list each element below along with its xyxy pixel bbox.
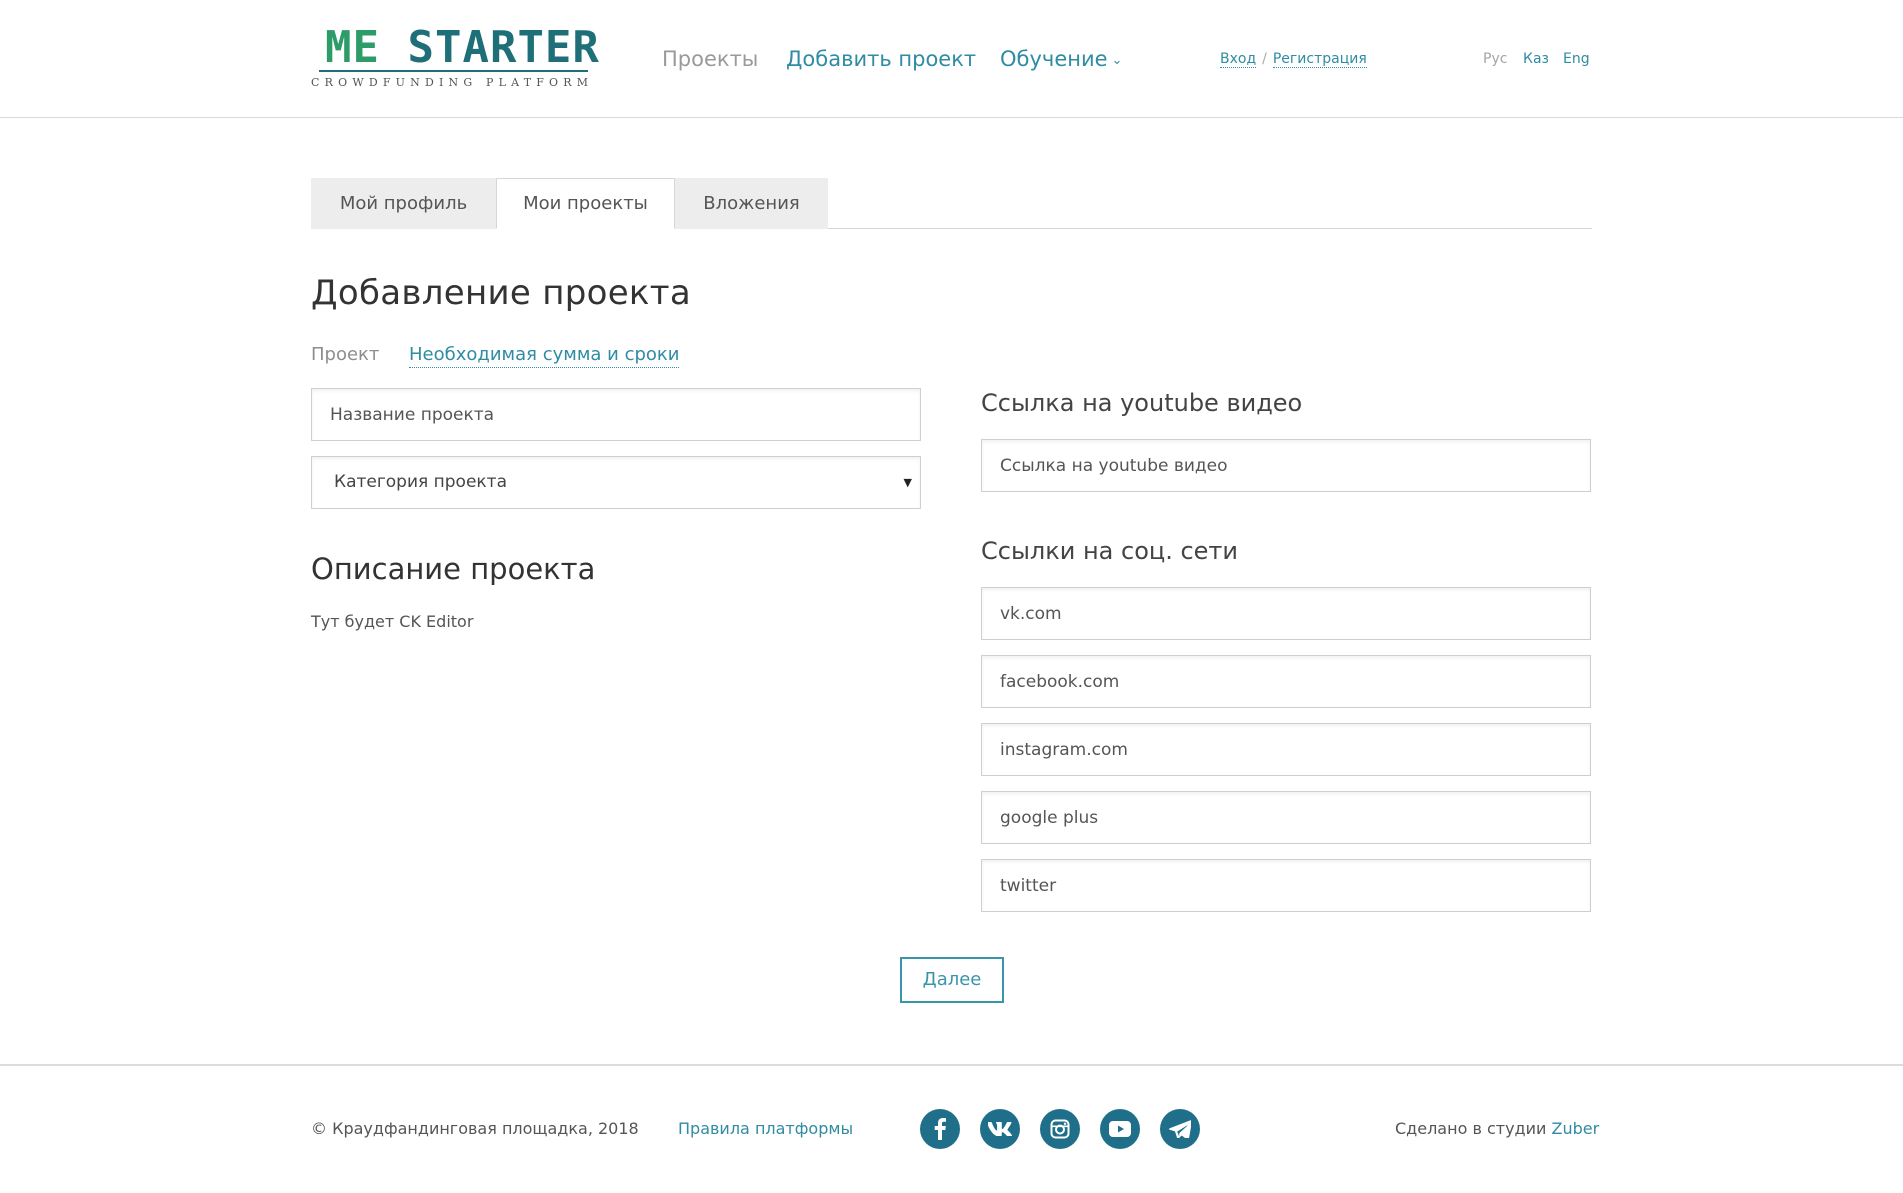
youtube-icon[interactable] <box>1100 1109 1140 1149</box>
nav-learning-dropdown[interactable]: Обучение ⌄ <box>1000 46 1122 74</box>
telegram-icon[interactable] <box>1160 1109 1200 1149</box>
logo[interactable]: ME STARTER CROWDFUNDING PLATFORM <box>311 24 599 90</box>
step-amount-and-terms[interactable]: Необходимая сумма и сроки <box>409 343 680 368</box>
register-link[interactable]: Регистрация <box>1272 51 1367 68</box>
logo-underline <box>319 70 588 72</box>
facebook-link-input[interactable] <box>981 655 1591 708</box>
step-project[interactable]: Проект <box>311 343 379 367</box>
nav-projects-link[interactable]: Проекты <box>662 46 758 72</box>
project-category-select[interactable]: Категория проекта ▼ <box>311 456 921 509</box>
page-title: Добавление проекта <box>311 273 692 313</box>
logo-subtitle: CROWDFUNDING PLATFORM <box>311 76 594 89</box>
social-links-title: Ссылки на соц. сети <box>981 537 1239 565</box>
lang-kazakh[interactable]: Каз <box>1523 50 1549 68</box>
logo-title-part2: STARTER <box>407 22 600 73</box>
logo-title-part1: ME <box>325 22 380 73</box>
chevron-down-icon: ⌄ <box>1111 53 1123 68</box>
caret-down-icon: ▼ <box>903 476 912 489</box>
twitter-link-input[interactable] <box>981 859 1591 912</box>
logo-title: ME STARTER <box>325 24 600 72</box>
auth-separator: / <box>1262 51 1267 67</box>
lang-russian[interactable]: Рус <box>1483 50 1507 68</box>
project-name-input[interactable] <box>311 388 921 441</box>
platform-rules-link[interactable]: Правила платформы <box>678 1119 853 1139</box>
description-editor-placeholder[interactable]: Тут будет CK Editor <box>311 612 473 632</box>
nav-add-project-link[interactable]: Добавить проект <box>786 46 976 72</box>
tab-investments[interactable]: Вложения <box>675 178 828 229</box>
site-header: ME STARTER CROWDFUNDING PLATFORM Проекты… <box>0 0 1903 118</box>
made-by-label: Сделано в студии <box>1395 1119 1547 1138</box>
made-by-studio: Сделано в студии Zuber <box>1395 1119 1599 1139</box>
copyright-text: © Краудфандинговая площадка, 2018 <box>311 1119 639 1138</box>
footer-divider <box>0 1064 1903 1066</box>
youtube-link-input[interactable] <box>981 439 1591 492</box>
studio-link[interactable]: Zuber <box>1552 1119 1600 1138</box>
login-link[interactable]: Вход <box>1220 51 1257 68</box>
auth-links: Вход / Регистрация <box>1220 50 1367 68</box>
vk-icon[interactable] <box>980 1109 1020 1149</box>
nav-learning-label: Обучение <box>1000 47 1108 71</box>
google-plus-link-input[interactable] <box>981 791 1591 844</box>
lang-english[interactable]: Eng <box>1563 50 1590 68</box>
instagram-link-input[interactable] <box>981 723 1591 776</box>
instagram-icon[interactable] <box>1040 1109 1080 1149</box>
next-button[interactable]: Далее <box>900 957 1004 1003</box>
tab-my-profile[interactable]: Мой профиль <box>311 178 496 229</box>
description-title: Описание проекта <box>311 552 596 586</box>
tab-my-projects[interactable]: Мои проекты <box>496 178 675 229</box>
project-category-value: Категория проекта <box>334 472 508 492</box>
facebook-icon[interactable] <box>920 1109 960 1149</box>
youtube-section-title: Ссылка на youtube видео <box>981 389 1303 417</box>
vk-link-input[interactable] <box>981 587 1591 640</box>
